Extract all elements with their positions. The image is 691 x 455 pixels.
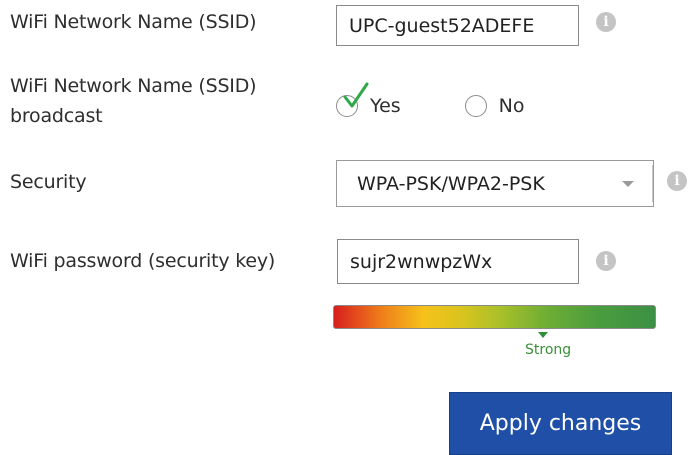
broadcast-yes-label: Yes	[370, 95, 401, 117]
password-strength-label: Strong	[525, 342, 572, 358]
radio-icon[interactable]	[464, 95, 487, 117]
apply-changes-button[interactable]: Apply changes	[449, 392, 672, 455]
broadcast-label-line1: WiFi Network Name (SSID)	[10, 75, 257, 97]
radio-icon[interactable]	[336, 82, 369, 117]
broadcast-radio-group: Yes No	[336, 82, 525, 117]
password-label: WiFi password (security key)	[10, 250, 276, 272]
security-select-value: WPA-PSK/WPA2-PSK	[357, 172, 545, 195]
password-strength-bar	[333, 305, 656, 329]
strength-marker-icon	[538, 332, 548, 338]
info-icon[interactable]: i	[596, 251, 616, 271]
caret-down-icon[interactable]	[622, 180, 634, 187]
info-icon[interactable]: i	[596, 12, 616, 32]
broadcast-no-label: No	[498, 95, 525, 117]
security-select[interactable]: WPA-PSK/WPA2-PSK	[336, 160, 654, 207]
check-icon	[343, 82, 369, 108]
security-label: Security	[10, 171, 87, 193]
info-icon[interactable]: i	[667, 171, 687, 191]
broadcast-yes-option[interactable]: Yes	[336, 82, 401, 117]
broadcast-label-line2: broadcast	[10, 105, 103, 127]
broadcast-no-option[interactable]: No	[464, 95, 525, 117]
password-input[interactable]	[337, 239, 579, 284]
ssid-input[interactable]	[336, 5, 579, 46]
select-divider	[652, 165, 653, 202]
ssid-label: WiFi Network Name (SSID)	[10, 11, 257, 33]
broadcast-label: WiFi Network Name (SSID) broadcast	[10, 71, 257, 131]
